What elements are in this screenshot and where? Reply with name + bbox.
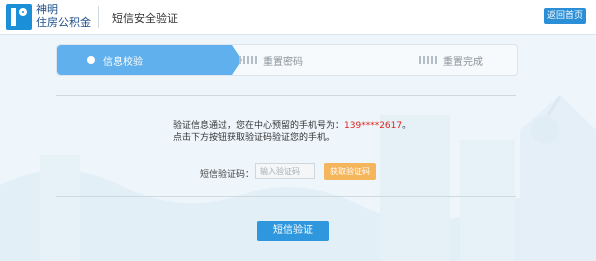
step-label-reset-complete: 重置完成 xyxy=(443,57,483,68)
home-button[interactable]: 返回首页 xyxy=(544,8,586,24)
message-suffix: 。 xyxy=(402,121,412,131)
phone-number: 139****2617 xyxy=(344,121,403,131)
step-label-reset-password: 重置密码 xyxy=(263,57,303,68)
header-divider xyxy=(98,6,99,28)
section-divider xyxy=(56,95,516,96)
step-info-check: 信息校验 xyxy=(57,45,242,75)
logo-icon xyxy=(6,4,32,30)
get-code-button[interactable]: 获取验证码 xyxy=(324,163,376,180)
brand-name-line1: 神明 xyxy=(36,3,58,16)
sms-code-input[interactable] xyxy=(255,163,315,179)
progress-steps: 信息校验 重置密码 重置完成 xyxy=(56,44,518,76)
step-arrow-icon xyxy=(419,56,437,64)
step-label-info-check: 信息校验 xyxy=(103,57,143,68)
step-current-dot-icon xyxy=(87,56,95,64)
sms-code-label: 短信验证码： xyxy=(200,170,255,180)
instruction-message: 点击下方按钮获取验证码验证您的手机。 xyxy=(173,133,336,143)
sms-verify-button[interactable]: 短信验证 xyxy=(257,221,329,241)
step-arrow-icon xyxy=(239,56,257,64)
header-bar: 神明 住房公积金 短信安全验证 返回首页 xyxy=(0,0,596,35)
page-title: 短信安全验证 xyxy=(112,12,178,25)
section-divider xyxy=(56,196,516,197)
brand-name-line2: 住房公积金 xyxy=(36,16,91,29)
